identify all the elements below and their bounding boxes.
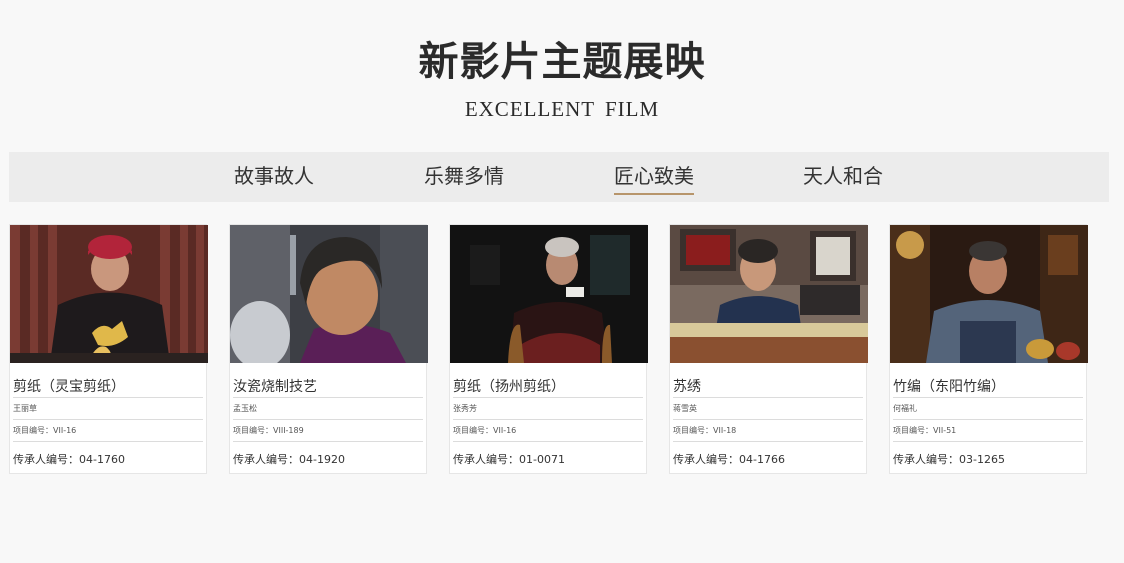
project-number: 项目编号：VII-18 [673, 426, 737, 435]
film-title[interactable]: 剪纸（灵宝剪纸） [13, 377, 203, 397]
film-title[interactable]: 剪纸（扬州剪纸） [453, 377, 643, 397]
project-number: 项目编号：VII-16 [453, 426, 517, 435]
inheritor-number: 传承人编号：01-0071 [453, 453, 565, 466]
film-card[interactable]: 剪纸（扬州剪纸） 张秀芳 项目编号：VII-16 传承人编号：01-0071 [449, 224, 648, 474]
film-card[interactable]: 竹编（东阳竹编） 何福礼 项目编号：VII-51 传承人编号：03-1265 [889, 224, 1088, 474]
divider [453, 397, 643, 398]
film-thumbnail-image[interactable] [670, 225, 868, 363]
divider [673, 419, 863, 420]
film-card[interactable]: 苏绣 蒋雪英 项目编号：VII-18 传承人编号：04-1766 [669, 224, 868, 474]
inheritor-name: 张秀芳 [453, 404, 477, 413]
inheritor-number: 传承人编号：04-1760 [13, 453, 125, 466]
divider [13, 419, 203, 420]
film-title[interactable]: 汝瓷烧制技艺 [233, 377, 423, 397]
project-number: 项目编号：VIII-189 [233, 426, 304, 435]
page-title: 新影片主题展映 [418, 38, 706, 85]
divider [453, 441, 643, 442]
tab-harmony[interactable]: 天人和合 [803, 162, 883, 193]
inheritor-number: 传承人编号：03-1265 [893, 453, 1005, 466]
inheritor-name: 王丽草 [13, 404, 37, 413]
divider [13, 441, 203, 442]
film-title[interactable]: 苏绣 [673, 377, 863, 397]
tab-music-dance[interactable]: 乐舞多情 [424, 162, 504, 193]
divider [453, 419, 643, 420]
category-tab-bar: 故事故人 乐舞多情 匠心致美 天人和合 [9, 152, 1109, 202]
film-thumbnail-image[interactable] [890, 225, 1088, 363]
film-title[interactable]: 竹编（东阳竹编） [893, 377, 1083, 397]
film-card[interactable]: 汝瓷烧制技艺 孟玉松 项目编号：VIII-189 传承人编号：04-1920 [229, 224, 428, 474]
project-number: 项目编号：VII-16 [13, 426, 77, 435]
project-number: 项目编号：VII-51 [893, 426, 957, 435]
divider [893, 441, 1083, 442]
film-thumbnail-image[interactable] [230, 225, 428, 363]
film-card[interactable]: 剪纸（灵宝剪纸） 王丽草 项目编号：VII-16 传承人编号：04-1760 [9, 224, 208, 474]
divider [233, 397, 423, 398]
divider [233, 441, 423, 442]
divider [673, 397, 863, 398]
inheritor-name: 孟玉松 [233, 404, 257, 413]
inheritor-name: 蒋雪英 [673, 404, 697, 413]
divider [893, 397, 1083, 398]
film-thumbnail-image[interactable] [10, 225, 208, 363]
tab-stories[interactable]: 故事故人 [234, 162, 314, 193]
film-thumbnail-image[interactable] [450, 225, 648, 363]
divider [13, 397, 203, 398]
page-subtitle: EXCELLENT FILM [464, 97, 660, 121]
divider [893, 419, 1083, 420]
tab-craftsmanship[interactable]: 匠心致美 [614, 162, 694, 195]
divider [233, 419, 423, 420]
inheritor-number: 传承人编号：04-1920 [233, 453, 345, 466]
divider [673, 441, 863, 442]
inheritor-name: 何福礼 [893, 404, 917, 413]
inheritor-number: 传承人编号：04-1766 [673, 453, 785, 466]
